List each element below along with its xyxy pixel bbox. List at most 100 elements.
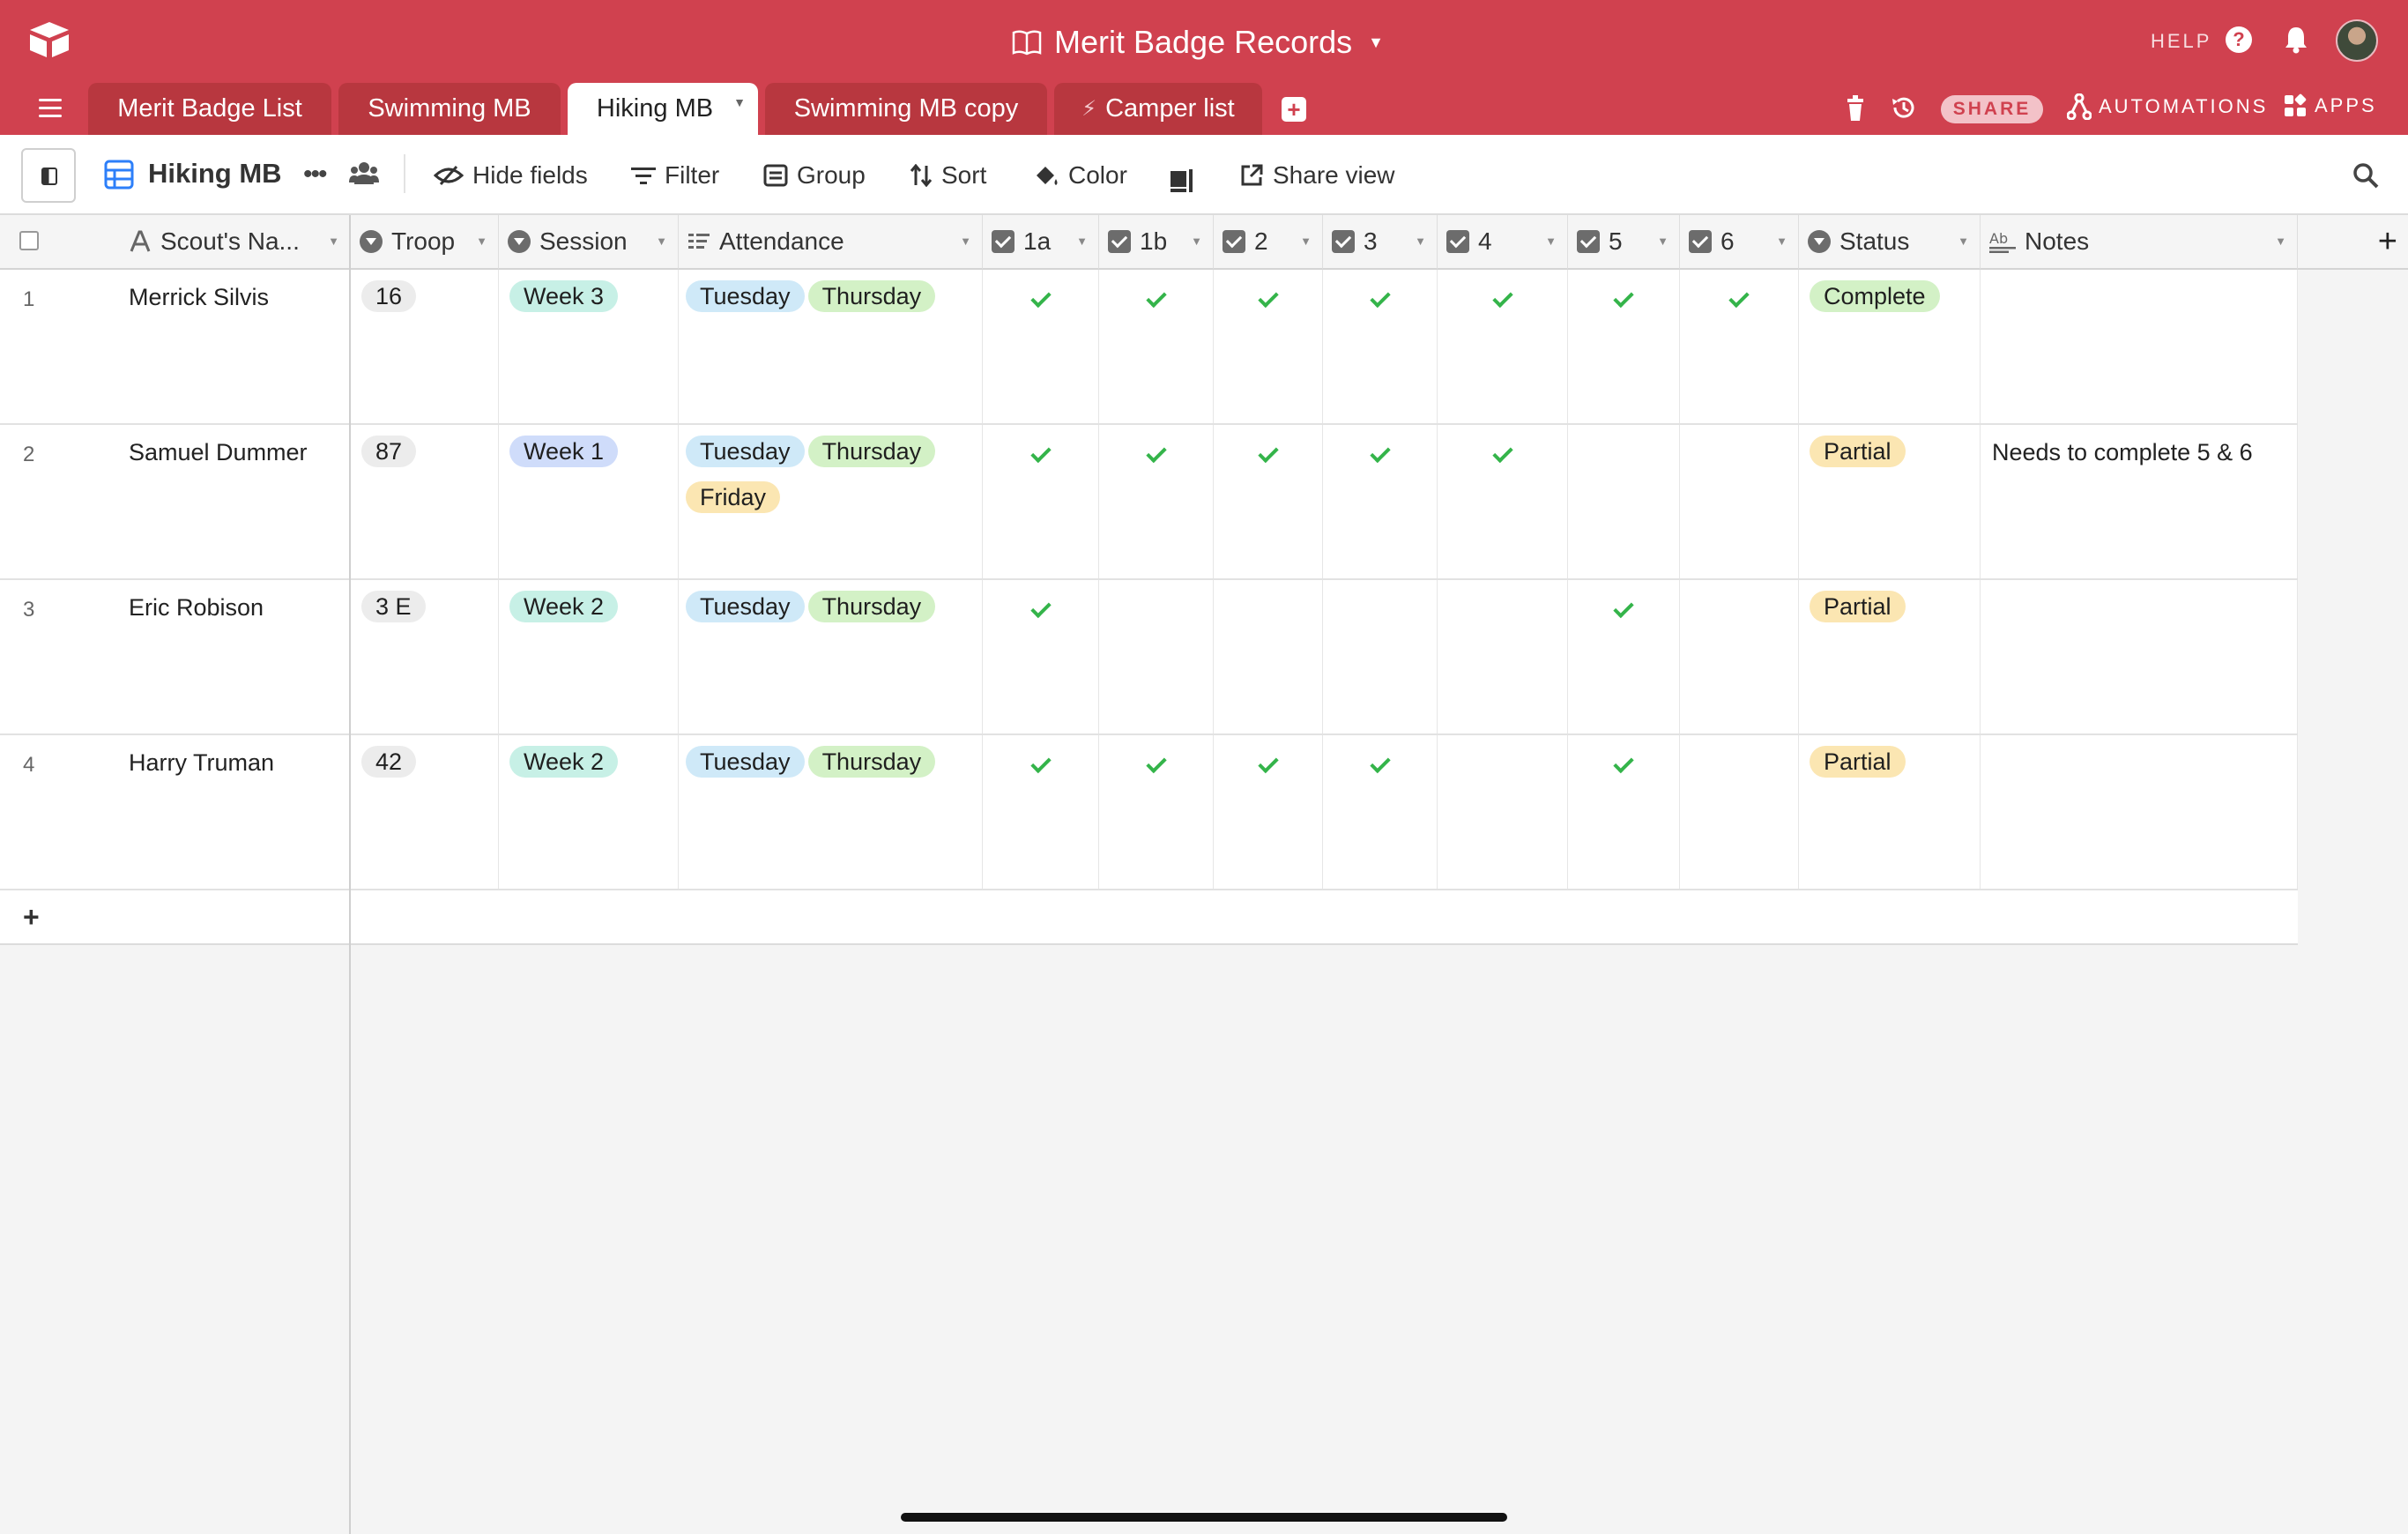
tab-swimming-mb[interactable]: Swimming MB (338, 83, 561, 135)
chevron-down-icon[interactable]: ▼ (476, 235, 487, 248)
sort-button[interactable]: Sort (910, 156, 986, 195)
session-cell[interactable]: Week 1 (509, 436, 673, 481)
checkmark-icon[interactable] (1370, 444, 1391, 465)
hide-fields-button[interactable]: Hide fields (434, 156, 588, 195)
chevron-down-icon[interactable]: ▼ (1657, 235, 1669, 248)
menu-icon[interactable] (39, 99, 62, 118)
checkmark-icon[interactable] (1613, 599, 1634, 621)
checkmark-icon[interactable] (1492, 289, 1513, 310)
notes-cell[interactable]: Needs to complete 5 & 6 (1992, 439, 2253, 466)
more-options-icon[interactable]: ••• (303, 160, 327, 190)
column-header-scout-name[interactable]: Scout's Na... ▼ (120, 215, 351, 270)
share-button[interactable]: SHARE (1941, 95, 2043, 123)
sidebar-toggle-button[interactable] (21, 148, 76, 203)
grid-cell[interactable] (1680, 425, 1799, 578)
status-cell[interactable]: Partial (1810, 436, 1975, 481)
grid-cell[interactable] (1214, 580, 1323, 733)
session-cell[interactable]: Week 2 (509, 591, 673, 637)
add-table-button[interactable]: + (1282, 97, 1306, 122)
chevron-down-icon[interactable]: ▼ (1191, 235, 1202, 248)
chevron-down-icon[interactable]: ▼ (656, 235, 667, 248)
grid-cell[interactable] (1099, 580, 1214, 733)
column-header-req-4[interactable]: 4 ▼ (1438, 215, 1568, 270)
checkmark-icon[interactable] (1258, 289, 1279, 310)
table-row[interactable]: 3 Eric Robison 3 E Week 2 Tuesday Thursday Par… (0, 580, 2298, 735)
column-header-notes[interactable]: Ab Notes ▼ (1981, 215, 2298, 270)
group-button[interactable]: Group (763, 156, 866, 195)
automations-button[interactable]: AUTOMATIONS (2067, 93, 2268, 120)
scout-name-cell[interactable]: Merrick Silvis (129, 284, 269, 311)
chevron-down-icon[interactable]: ▼ (733, 95, 746, 109)
attendance-cell[interactable]: Tuesday Thursday (686, 746, 977, 792)
tab-swimming-mb-copy[interactable]: Swimming MB copy (765, 83, 1047, 135)
chevron-down-icon[interactable]: ▼ (2275, 235, 2286, 248)
trash-icon[interactable] (1846, 95, 1865, 122)
chevron-down-icon[interactable]: ▼ (1300, 235, 1312, 248)
grid-cell[interactable] (1438, 580, 1568, 733)
checkmark-icon[interactable] (1258, 755, 1279, 776)
tab-hiking-mb[interactable]: Hiking MB ▼ (568, 83, 758, 135)
add-record-icon[interactable]: + (23, 901, 40, 934)
chevron-down-icon[interactable]: ▼ (1776, 235, 1787, 248)
table-row[interactable]: 4 Harry Truman 42 Week 2 Tuesday Thursday Part… (0, 735, 2298, 890)
checkmark-icon[interactable] (1613, 755, 1634, 776)
grid-cell[interactable] (1981, 580, 2298, 733)
column-header-status[interactable]: Status ▼ (1799, 215, 1981, 270)
grid-cell[interactable] (1438, 735, 1568, 889)
tab-merit-badge-list[interactable]: Merit Badge List (88, 83, 331, 135)
grid-cell[interactable] (1981, 270, 2298, 423)
troop-cell[interactable]: 16 (361, 280, 494, 326)
checkmark-icon[interactable] (1030, 289, 1052, 310)
chevron-down-icon[interactable]: ▼ (1545, 235, 1557, 248)
table-row[interactable]: 2 Samuel Dummer 87 Week 1 Tuesday Thursday Fri… (0, 425, 2298, 580)
scout-name-cell[interactable]: Harry Truman (129, 749, 274, 777)
attendance-cell[interactable]: Tuesday Thursday Friday (686, 436, 977, 527)
checkmark-icon[interactable] (1728, 289, 1750, 310)
checkmark-icon[interactable] (1030, 444, 1052, 465)
status-cell[interactable]: Partial (1810, 591, 1975, 637)
checkmark-icon[interactable] (1613, 289, 1634, 310)
checkmark-icon[interactable] (1146, 755, 1167, 776)
chevron-down-icon[interactable]: ▼ (960, 235, 971, 248)
troop-cell[interactable]: 42 (361, 746, 494, 792)
avatar[interactable] (2336, 19, 2378, 62)
add-field-button[interactable]: + (2298, 215, 2408, 270)
history-icon[interactable] (1890, 93, 1918, 122)
row-height-icon[interactable] (1169, 161, 1195, 200)
grid-cell[interactable] (1568, 425, 1680, 578)
troop-cell[interactable]: 87 (361, 436, 494, 481)
scout-name-cell[interactable]: Samuel Dummer (129, 439, 308, 466)
column-header-req-2[interactable]: 2 ▼ (1214, 215, 1323, 270)
column-header-req-6[interactable]: 6 ▼ (1680, 215, 1799, 270)
help-label[interactable]: HELP (2151, 30, 2211, 53)
column-header-req-5[interactable]: 5 ▼ (1568, 215, 1680, 270)
chevron-down-icon[interactable]: ▼ (1076, 235, 1088, 248)
table-row[interactable]: 1 Merrick Silvis 16 Week 3 Tuesday Thursday Co… (0, 270, 2298, 425)
session-cell[interactable]: Week 2 (509, 746, 673, 792)
column-header-req-1b[interactable]: 1b ▼ (1099, 215, 1214, 270)
chevron-down-icon[interactable]: ▼ (328, 235, 339, 248)
checkmark-icon[interactable] (1030, 755, 1052, 776)
search-icon[interactable] (2352, 161, 2380, 190)
checkmark-icon[interactable] (1146, 444, 1167, 465)
grid-cell[interactable] (1680, 735, 1799, 889)
grid-cell[interactable] (1680, 580, 1799, 733)
select-all-checkbox[interactable] (19, 231, 39, 250)
grid-cell[interactable] (1323, 580, 1438, 733)
checkmark-icon[interactable] (1258, 444, 1279, 465)
tab-camper-list[interactable]: ⚡ Camper list (1054, 83, 1262, 135)
view-name[interactable]: Hiking MB (148, 158, 282, 190)
status-cell[interactable]: Partial (1810, 746, 1975, 792)
attendance-cell[interactable]: Tuesday Thursday (686, 280, 977, 326)
chevron-down-icon[interactable]: ▼ (1958, 235, 1969, 248)
column-header-troop[interactable]: Troop ▼ (351, 215, 499, 270)
status-cell[interactable]: Complete (1810, 280, 1975, 326)
checkmark-icon[interactable] (1370, 289, 1391, 310)
scout-name-cell[interactable]: Eric Robison (129, 594, 264, 622)
troop-cell[interactable]: 3 E (361, 591, 494, 637)
collaborators-icon[interactable] (349, 160, 379, 186)
checkmark-icon[interactable] (1030, 599, 1052, 621)
airtable-logo-icon[interactable] (26, 19, 72, 60)
bell-icon[interactable] (2283, 25, 2309, 55)
attendance-cell[interactable]: Tuesday Thursday (686, 591, 977, 637)
